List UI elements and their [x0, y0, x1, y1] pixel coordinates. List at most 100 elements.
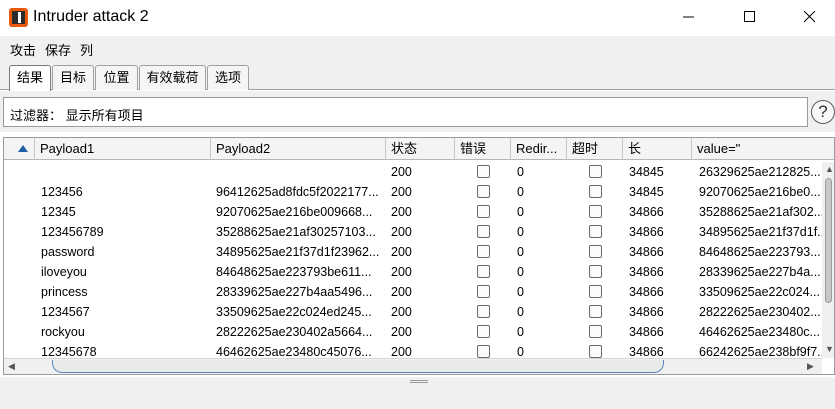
filter-field[interactable]: 过滤器： 显示所有项目: [3, 97, 808, 127]
error-checkbox: [477, 165, 490, 178]
tab-bar: 结果 目标 位置 有效载荷 选项: [0, 60, 835, 91]
scroll-down-icon[interactable]: ▼: [825, 344, 834, 354]
column-header-length[interactable]: 长: [623, 138, 692, 160]
cell-payload2: [211, 162, 385, 182]
cell-length: 34845: [629, 165, 664, 179]
cell-payload1: 123456: [41, 185, 83, 199]
column-header-payload2[interactable]: Payload2: [211, 138, 386, 160]
cell-value: 33509625ae22c024...: [699, 285, 820, 299]
cell-length: 34866: [629, 305, 664, 319]
cell-payload2: 34895625ae21f37d1f23962...: [216, 245, 380, 259]
pane-splitter[interactable]: [0, 377, 835, 409]
table-row[interactable]: password 34895625ae21f37d1f23962... 200 …: [4, 242, 822, 262]
column-header-payload1[interactable]: Payload1: [35, 138, 211, 160]
table-row[interactable]: rockyou 28222625ae230402a5664... 200 0 3…: [4, 322, 822, 342]
cell-redirects: 0: [517, 285, 524, 299]
menu-attack[interactable]: 攻击: [10, 40, 36, 59]
column-header-value[interactable]: value=": [692, 138, 834, 160]
splitter-grip-icon[interactable]: [410, 380, 428, 383]
horizontal-scroll-thumb[interactable]: [52, 360, 664, 373]
cell-payload2: 92070625ae216be009668...: [216, 205, 373, 219]
timeout-checkbox: [589, 285, 602, 298]
maximize-button[interactable]: [727, 0, 773, 34]
cell-status: 200: [391, 185, 412, 199]
table-row[interactable]: 123456789 35288625ae21af30257103... 200 …: [4, 222, 822, 242]
timeout-checkbox: [589, 345, 602, 358]
table-row[interactable]: iloveyou 84648625ae223793be611... 200 0 …: [4, 262, 822, 282]
error-checkbox: [477, 345, 490, 358]
column-header-timeout[interactable]: 超时: [567, 138, 623, 160]
cell-redirects: 0: [517, 185, 524, 199]
error-checkbox: [477, 285, 490, 298]
cell-value: 35288625ae21af302...: [699, 205, 822, 219]
scroll-right-icon[interactable]: ▶: [807, 361, 814, 372]
timeout-checkbox: [589, 305, 602, 318]
column-header-status[interactable]: 状态: [386, 138, 455, 160]
filter-bar: 过滤器： 显示所有项目 ?: [0, 91, 835, 132]
cell-payload1: password: [41, 245, 95, 259]
timeout-checkbox: [589, 165, 602, 178]
cell-redirects: 0: [517, 305, 524, 319]
scroll-up-icon[interactable]: ▲: [825, 164, 834, 174]
filter-label: 过滤器： 显示所有项目: [10, 108, 144, 123]
table-row[interactable]: 200 0 34845 26329625ae212825...: [4, 162, 822, 182]
cell-value: 26329625ae212825...: [699, 165, 821, 179]
table-row[interactable]: 12345 92070625ae216be009668... 200 0 348…: [4, 202, 822, 222]
tab-target[interactable]: 目标: [52, 65, 94, 90]
cell-redirects: 0: [517, 205, 524, 219]
table-row[interactable]: 123456 96412625ad8fdc5f2022177... 200 0 …: [4, 182, 822, 202]
column-header-index[interactable]: [4, 138, 35, 160]
cell-length: 34845: [629, 185, 664, 199]
window-title: Intruder attack 2: [33, 8, 149, 25]
table-row[interactable]: 1234567 33509625ae22c024ed245... 200 0 3…: [4, 302, 822, 322]
cell-payload1: princess: [41, 285, 88, 299]
cell-length: 34866: [629, 325, 664, 339]
cell-payload1: [36, 162, 210, 182]
error-checkbox: [477, 225, 490, 238]
minimize-button[interactable]: [666, 0, 712, 34]
tab-positions[interactable]: 位置: [95, 65, 138, 90]
menu-bar: 攻击 保存 列: [0, 36, 835, 60]
timeout-checkbox: [589, 185, 602, 198]
close-icon: [804, 11, 816, 23]
table-row[interactable]: princess 28339625ae227b4aa5496... 200 0 …: [4, 282, 822, 302]
cell-value: 46462625ae23480c...: [699, 325, 820, 339]
error-checkbox: [477, 185, 490, 198]
menu-save[interactable]: 保存: [45, 40, 71, 59]
cell-status: 200: [391, 165, 412, 179]
tab-payloads[interactable]: 有效载荷: [139, 65, 206, 90]
cell-status: 200: [391, 225, 412, 239]
cell-value: 28339625ae227b4a...: [699, 265, 821, 279]
error-checkbox: [477, 265, 490, 278]
cell-value: 92070625ae216be0...: [699, 185, 821, 199]
vertical-scroll-thumb[interactable]: [825, 178, 832, 303]
cell-payload1: iloveyou: [41, 265, 87, 279]
cell-payload2: 28222625ae230402a5664...: [216, 325, 373, 339]
horizontal-scrollbar[interactable]: ◀ ▶: [4, 358, 822, 374]
cell-status: 200: [391, 285, 412, 299]
cell-payload2: 96412625ad8fdc5f2022177...: [216, 185, 379, 199]
cell-status: 200: [391, 245, 412, 259]
timeout-checkbox: [589, 205, 602, 218]
column-header-redirect[interactable]: Redir...: [511, 138, 567, 160]
cell-status: 200: [391, 325, 412, 339]
column-header-error[interactable]: 错误: [455, 138, 511, 160]
cell-value: 34895625ae21f37d1f...: [699, 225, 822, 239]
scroll-left-icon[interactable]: ◀: [8, 361, 15, 372]
timeout-checkbox: [589, 225, 602, 238]
minimize-icon: [683, 16, 694, 18]
cell-length: 34866: [629, 245, 664, 259]
cell-value: 28222625ae230402...: [699, 305, 821, 319]
tab-results[interactable]: 结果: [9, 65, 51, 91]
tab-options[interactable]: 选项: [207, 65, 249, 90]
cell-payload1: rockyou: [41, 325, 85, 339]
help-icon[interactable]: ?: [811, 100, 835, 124]
vertical-scrollbar[interactable]: ▲ ▼: [822, 162, 834, 358]
close-button[interactable]: [787, 0, 833, 34]
menu-columns[interactable]: 列: [80, 40, 93, 59]
cell-status: 200: [391, 205, 412, 219]
timeout-checkbox: [589, 325, 602, 338]
error-checkbox: [477, 245, 490, 258]
cell-payload2: 28339625ae227b4aa5496...: [216, 285, 373, 299]
maximize-icon: [744, 11, 755, 22]
